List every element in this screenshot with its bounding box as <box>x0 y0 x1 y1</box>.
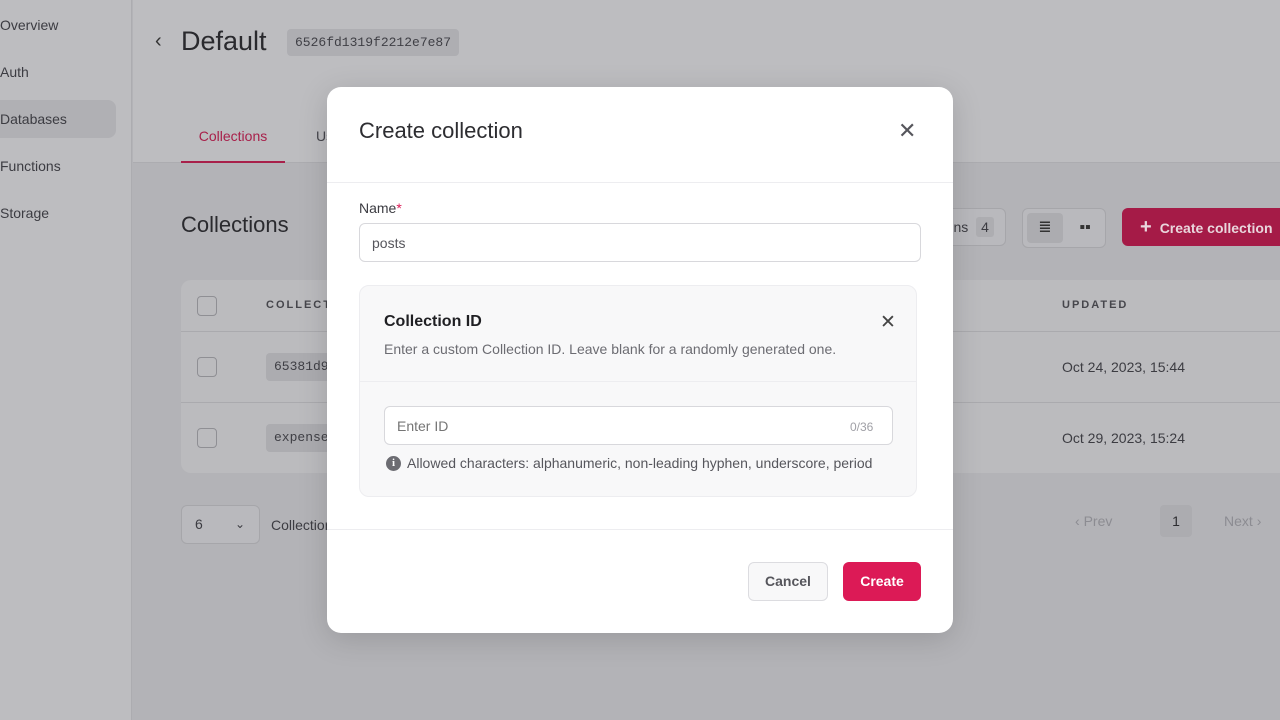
create-button[interactable]: Create <box>843 562 921 601</box>
next-button[interactable]: Next › <box>1224 513 1261 529</box>
view-toggle: ≣ ▪▪ <box>1022 208 1106 248</box>
sidebar-item-storage[interactable]: Storage <box>0 194 116 232</box>
modal-title: Create collection <box>359 118 523 143</box>
tab-collections[interactable]: Collections <box>181 128 285 163</box>
divider <box>327 182 953 183</box>
column-header-updated: UPDATED <box>1062 299 1129 311</box>
sidebar-item-databases[interactable]: Databases <box>0 100 116 138</box>
name-label-text: Name <box>359 200 397 216</box>
list-view-icon[interactable]: ≣ <box>1027 213 1063 243</box>
section-heading: Collections <box>181 212 289 237</box>
back-chevron-icon[interactable]: ‹ <box>155 30 162 53</box>
updated-date: Oct 24, 2023, 15:44 <box>1062 359 1185 375</box>
create-collection-button[interactable]: + Create collection <box>1122 208 1280 246</box>
chevron-right-icon: › <box>1256 513 1262 529</box>
collection-id-title: Collection ID <box>384 313 482 330</box>
prev-label: Prev <box>1083 513 1113 529</box>
cancel-button[interactable]: Cancel <box>748 562 828 601</box>
character-counter: 0/36 <box>850 420 874 434</box>
chevron-down-icon: ⌄ <box>234 517 245 531</box>
plus-icon: + <box>1140 216 1152 238</box>
collection-id-description: Enter a custom Collection ID. Leave blan… <box>384 341 837 357</box>
required-mark: * <box>396 200 402 216</box>
allowed-characters-hint: Allowed characters: alphanumeric, non-le… <box>407 455 873 471</box>
name-label: Name* <box>359 200 402 216</box>
chevron-left-icon: ‹ <box>1075 513 1084 529</box>
row-checkbox[interactable] <box>197 428 217 448</box>
columns-count: 4 <box>976 217 994 237</box>
row-checkbox[interactable] <box>197 357 217 377</box>
collection-id-card: Collection ID ✕ Enter a custom Collectio… <box>359 285 917 497</box>
select-all-checkbox[interactable] <box>197 296 217 316</box>
close-icon[interactable]: ✕ <box>880 311 896 334</box>
create-collection-modal: Create collection ✕ Name* Collection ID … <box>327 87 953 633</box>
sidebar: Overview Auth Databases Functions Storag… <box>0 0 132 720</box>
page-1-button[interactable]: 1 <box>1160 505 1192 537</box>
info-icon: i <box>386 456 401 471</box>
sidebar-item-overview[interactable]: Overview <box>0 6 116 44</box>
updated-date: Oct 29, 2023, 15:24 <box>1062 430 1185 446</box>
sidebar-item-functions[interactable]: Functions <box>0 147 116 185</box>
create-collection-label: Create collection <box>1159 220 1273 236</box>
divider <box>327 529 953 530</box>
close-icon[interactable]: ✕ <box>898 119 916 143</box>
page-title: Default <box>181 26 267 56</box>
prev-button[interactable]: ‹ Prev <box>1075 513 1112 529</box>
database-id-badge[interactable]: 6526fd1319f2212e7e87 <box>287 29 460 56</box>
per-page-select[interactable]: 6 ⌄ <box>181 505 260 544</box>
collection-id-input[interactable] <box>384 406 893 445</box>
name-input[interactable] <box>359 223 921 262</box>
sidebar-item-auth[interactable]: Auth <box>0 53 116 91</box>
divider <box>360 381 916 382</box>
next-label: Next <box>1224 513 1253 529</box>
grid-view-icon[interactable]: ▪▪ <box>1067 213 1103 243</box>
per-page-value: 6 <box>195 516 203 532</box>
